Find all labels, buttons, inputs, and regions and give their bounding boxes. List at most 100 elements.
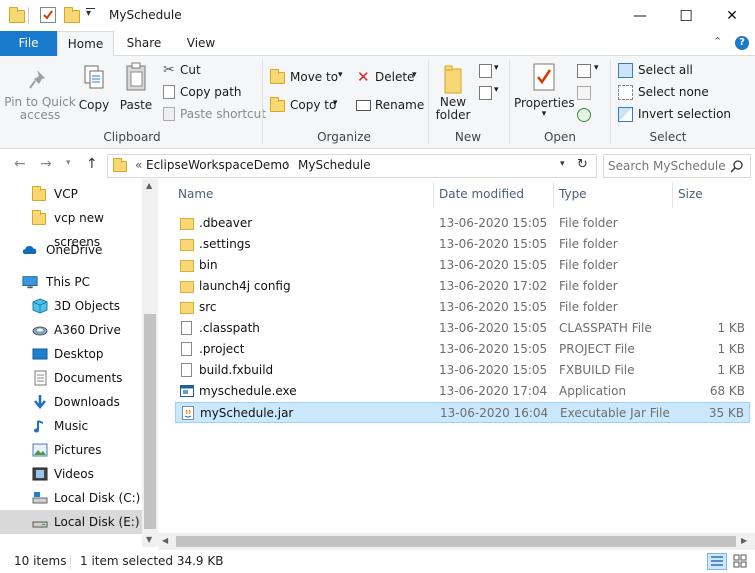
file-name: src [199, 300, 217, 314]
nav-item-label: Local Disk (C:) [54, 491, 141, 505]
address-dropdown-icon[interactable]: ▾ [560, 159, 565, 169]
properties-quick-icon[interactable] [40, 7, 56, 23]
tab-home[interactable]: Home [57, 31, 114, 57]
nav-item-desktop[interactable]: Desktop [0, 342, 142, 366]
nav-item-music[interactable]: Music [0, 414, 142, 438]
window-title: MySchedule [109, 8, 182, 22]
easy-access-button[interactable]: ▾ [479, 84, 501, 104]
scrollbar-thumb[interactable] [176, 536, 736, 547]
new-folder-quick-icon[interactable] [64, 7, 80, 23]
scroll-right-icon[interactable]: ▶ [741, 536, 747, 545]
nav-item-pictures[interactable]: Pictures [0, 438, 142, 462]
status-separator [70, 555, 71, 569]
file-row[interactable]: .classpath 13-06-2020 15:05 CLASSPATH Fi… [175, 318, 750, 339]
large-icons-view-button[interactable] [731, 553, 751, 570]
column-header-size[interactable]: Size [678, 187, 703, 201]
breadcrumb-myschedule[interactable]: MySchedule [298, 158, 371, 172]
paste-button[interactable]: Paste [119, 62, 153, 122]
column-header-name[interactable]: Name [178, 187, 213, 201]
nav-item-a360-drive[interactable]: A360 Drive [0, 318, 142, 342]
nav-item-local-disk-e[interactable]: Local Disk (E:) [0, 510, 142, 534]
up-arrow-icon[interactable]: ↑ [86, 156, 98, 172]
tab-view[interactable]: View [175, 31, 227, 56]
nav-item-local-disk-c[interactable]: Local Disk (C:) [0, 486, 142, 510]
back-arrow-icon[interactable]: ← [14, 156, 26, 172]
collapse-ribbon-icon[interactable]: ⌃ [713, 35, 722, 48]
file-row[interactable]: .project 13-06-2020 15:05 PROJECT File 1… [175, 339, 750, 360]
dropdown-line [86, 8, 95, 9]
breadcrumb-chevron-icon[interactable]: › [285, 158, 289, 169]
nav-item-label: 3D Objects [54, 299, 121, 313]
folder-icon [180, 260, 194, 272]
help-icon[interactable]: ? [735, 36, 749, 50]
horizontal-scrollbar[interactable]: ◀ ▶ [158, 533, 755, 550]
scroll-up-icon[interactable]: ▲ [146, 181, 152, 190]
column-divider[interactable] [553, 182, 554, 208]
file-row[interactable]: bin 13-06-2020 15:05 File folder [175, 255, 750, 276]
nav-item-3d-objects[interactable]: 3D Objects [0, 294, 142, 318]
nav-item-vcp[interactable]: VCP [0, 182, 142, 206]
nav-item-videos[interactable]: Videos [0, 462, 142, 486]
file-row-selected[interactable]: mySchedule.jar 13-06-2020 16:04 Executab… [175, 402, 750, 423]
details-view-button[interactable] [707, 553, 727, 570]
nav-item-label: Downloads [54, 395, 120, 409]
nav-item-downloads[interactable]: Downloads [0, 390, 142, 414]
nav-pane-scrollbar[interactable]: ▲ ▼ [142, 179, 158, 547]
edit-button[interactable] [577, 84, 597, 104]
file-row[interactable]: .settings 13-06-2020 15:05 File folder [175, 234, 750, 255]
file-row[interactable]: myschedule.exe 13-06-2020 17:04 Applicat… [175, 381, 750, 402]
file-name: .dbeaver [199, 216, 253, 230]
column-header-date[interactable]: Date modified [439, 187, 524, 201]
new-folder-button[interactable]: New folder [433, 62, 473, 128]
group-separator [509, 60, 510, 144]
minimize-button[interactable]: — [617, 0, 663, 31]
file-row[interactable]: .dbeaver 13-06-2020 15:05 File folder [175, 213, 750, 234]
copy-to-label: Copy to [290, 98, 337, 112]
title-bar: ▾ MySchedule — ☐ ✕ [0, 0, 755, 31]
address-bar[interactable]: « EclipseWorkspaceDemo › MySchedule ▾ ↻ [107, 154, 597, 178]
file-row[interactable]: src 13-06-2020 15:05 File folder [175, 297, 750, 318]
file-row[interactable]: build.fxbuild 13-06-2020 15:05 FXBUILD F… [175, 360, 750, 381]
copy-path-icon [163, 85, 175, 99]
move-to-label: Move to [290, 70, 339, 84]
nav-item-this-pc[interactable]: This PC [0, 270, 142, 294]
search-icon[interactable] [730, 159, 744, 173]
breadcrumb-overflow[interactable]: « [135, 158, 142, 172]
nav-item-onedrive[interactable]: OneDrive [0, 238, 142, 262]
breadcrumb-eclipseworkspacedemo[interactable]: EclipseWorkspaceDemo [146, 158, 289, 172]
tab-file[interactable]: File [0, 31, 57, 56]
tab-share[interactable]: Share [118, 31, 170, 56]
properties-button[interactable]: Properties ▾ [514, 62, 575, 128]
open-button[interactable]: ▾ [577, 62, 603, 82]
recent-locations-icon[interactable]: ▾ [66, 158, 71, 168]
scroll-left-icon[interactable]: ◀ [162, 536, 168, 545]
delete-x-icon: ✕ [357, 68, 370, 86]
close-button[interactable]: ✕ [709, 0, 755, 31]
new-item-button[interactable]: ▾ [479, 62, 501, 82]
forward-arrow-icon[interactable]: → [40, 156, 52, 172]
select-group-label: Select [649, 130, 687, 144]
nav-item-label: VCP [54, 187, 78, 201]
folder-icon [180, 239, 194, 251]
refresh-icon[interactable]: ↻ [577, 157, 588, 172]
scroll-down-icon[interactable]: ▼ [146, 535, 152, 544]
desktop-icon [32, 348, 48, 360]
folder-icon [32, 186, 46, 201]
search-input[interactable] [608, 157, 728, 175]
pictures-icon [32, 443, 48, 457]
column-divider[interactable] [672, 182, 673, 208]
search-box[interactable] [603, 154, 751, 178]
customize-quick-access-icon[interactable]: ▾ [86, 8, 91, 19]
column-header-type[interactable]: Type [559, 187, 587, 201]
history-button[interactable] [577, 106, 597, 126]
column-divider[interactable] [433, 182, 434, 208]
nav-item-documents[interactable]: Documents [0, 366, 142, 390]
pin-to-quick-access-button[interactable]: Pin to Quick access [4, 62, 76, 128]
file-date: 13-06-2020 17:02 [439, 279, 548, 293]
maximize-button[interactable]: ☐ [663, 0, 709, 31]
copy-button[interactable]: Copy [78, 62, 110, 122]
nav-item-vcp-new-screens[interactable]: vcp new screens [0, 206, 142, 249]
file-row[interactable]: launch4j config 13-06-2020 17:02 File fo… [175, 276, 750, 297]
scrollbar-thumb[interactable] [144, 314, 156, 529]
rename-icon [356, 100, 371, 111]
